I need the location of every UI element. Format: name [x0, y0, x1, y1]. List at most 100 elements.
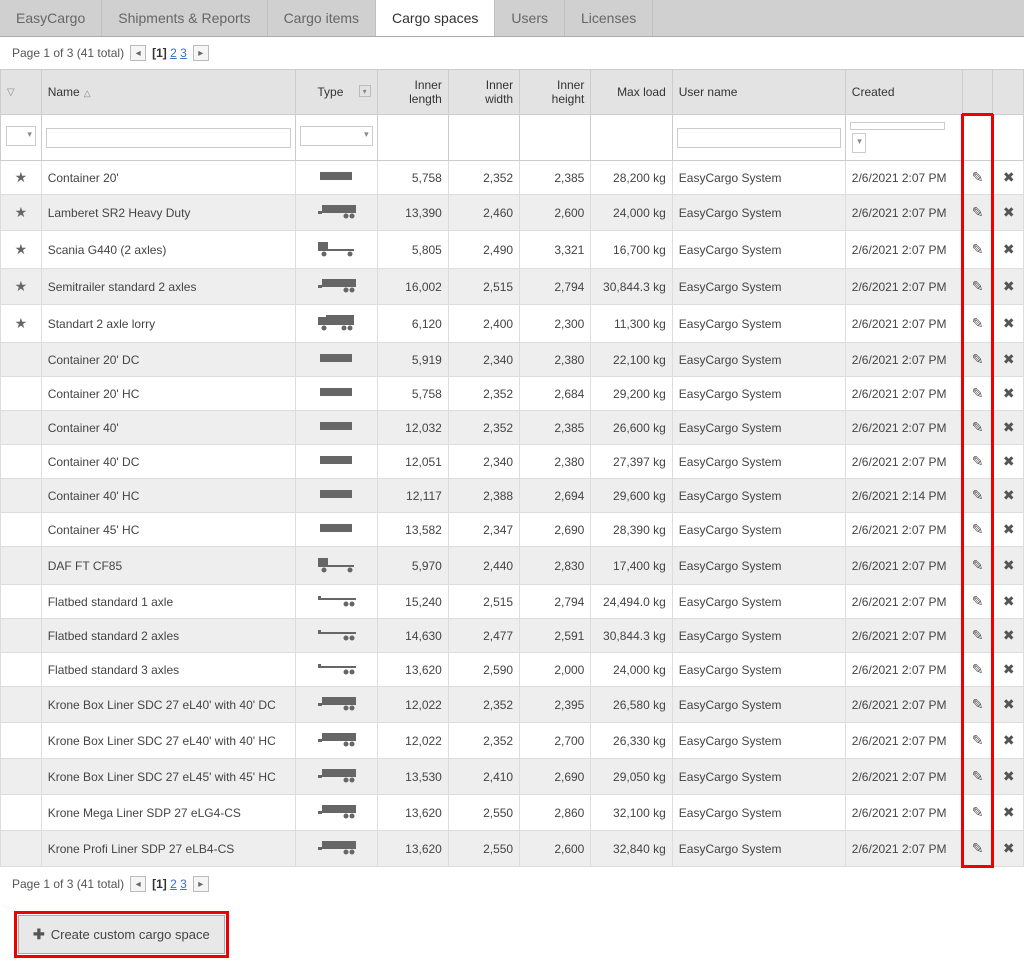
fav-cell[interactable]	[1, 723, 42, 759]
filter-type-dropdown[interactable]	[300, 126, 372, 146]
delete-cell[interactable]: ✖	[993, 269, 1024, 305]
length-cell: 13,390	[377, 195, 448, 231]
fav-cell[interactable]: ★	[1, 161, 42, 195]
delete-cell[interactable]: ✖	[993, 513, 1024, 547]
fav-cell[interactable]	[1, 547, 42, 585]
fav-cell[interactable]: ★	[1, 195, 42, 231]
fav-cell[interactable]	[1, 687, 42, 723]
tab-easycargo[interactable]: EasyCargo	[0, 0, 102, 36]
tab-cargo-spaces[interactable]: Cargo spaces	[376, 0, 495, 36]
delete-cell[interactable]: ✖	[993, 305, 1024, 343]
edit-cell[interactable]: ✎	[962, 305, 993, 343]
fav-cell[interactable]	[1, 445, 42, 479]
type-cell	[296, 723, 377, 759]
edit-cell[interactable]: ✎	[962, 547, 993, 585]
edit-cell[interactable]: ✎	[962, 619, 993, 653]
pager-page-2[interactable]: 2	[170, 877, 177, 891]
created-cell: 2/6/2021 2:07 PM	[845, 305, 962, 343]
pager-page-3[interactable]: 3	[180, 46, 187, 60]
col-user-name[interactable]: User name	[672, 70, 845, 115]
fav-cell[interactable]: ★	[1, 305, 42, 343]
delete-cell[interactable]: ✖	[993, 759, 1024, 795]
col-inner-height[interactable]: Inner height	[520, 70, 591, 115]
width-cell: 2,388	[448, 479, 519, 513]
height-cell: 2,000	[520, 653, 591, 687]
edit-cell[interactable]: ✎	[962, 269, 993, 305]
delete-cell[interactable]: ✖	[993, 479, 1024, 513]
delete-cell[interactable]: ✖	[993, 687, 1024, 723]
delete-cell[interactable]: ✖	[993, 585, 1024, 619]
delete-cell[interactable]: ✖	[993, 377, 1024, 411]
edit-cell[interactable]: ✎	[962, 343, 993, 377]
tab-shipments-reports[interactable]: Shipments & Reports	[102, 0, 267, 36]
delete-cell[interactable]: ✖	[993, 619, 1024, 653]
pager-next[interactable]: ▸	[193, 876, 209, 892]
edit-cell[interactable]: ✎	[962, 831, 993, 867]
edit-cell[interactable]: ✎	[962, 687, 993, 723]
fav-cell[interactable]	[1, 759, 42, 795]
fav-cell[interactable]: ★	[1, 231, 42, 269]
fav-cell[interactable]: ★	[1, 269, 42, 305]
fav-cell[interactable]	[1, 513, 42, 547]
fav-cell[interactable]	[1, 653, 42, 687]
filter-created-input[interactable]	[850, 122, 945, 130]
fav-cell[interactable]	[1, 411, 42, 445]
edit-cell[interactable]: ✎	[962, 723, 993, 759]
col-inner-width[interactable]: Inner width	[448, 70, 519, 115]
delete-cell[interactable]: ✖	[993, 653, 1024, 687]
delete-cell[interactable]: ✖	[993, 547, 1024, 585]
fav-cell[interactable]	[1, 795, 42, 831]
pager-page-3[interactable]: 3	[180, 877, 187, 891]
edit-cell[interactable]: ✎	[962, 653, 993, 687]
pager-page-1[interactable]: [1]	[152, 46, 167, 60]
filter-name-input[interactable]	[46, 128, 291, 148]
edit-cell[interactable]: ✎	[962, 161, 993, 195]
col-inner-length[interactable]: Inner length	[377, 70, 448, 115]
fav-cell[interactable]	[1, 585, 42, 619]
edit-cell[interactable]: ✎	[962, 479, 993, 513]
delete-cell[interactable]: ✖	[993, 445, 1024, 479]
delete-cell[interactable]: ✖	[993, 195, 1024, 231]
col-favorite[interactable]: ▽	[1, 70, 42, 115]
edit-cell[interactable]: ✎	[962, 411, 993, 445]
edit-icon: ✎	[972, 521, 984, 537]
fav-cell[interactable]	[1, 831, 42, 867]
edit-cell[interactable]: ✎	[962, 445, 993, 479]
col-type[interactable]: Type▾	[296, 70, 377, 115]
col-created[interactable]: Created	[845, 70, 962, 115]
filter-created-dropdown[interactable]	[852, 133, 866, 153]
col-max-load[interactable]: Max load	[591, 70, 672, 115]
delete-cell[interactable]: ✖	[993, 831, 1024, 867]
delete-cell[interactable]: ✖	[993, 343, 1024, 377]
tab-cargo-items[interactable]: Cargo items	[268, 0, 376, 36]
pager-page-1[interactable]: [1]	[152, 877, 167, 891]
edit-cell[interactable]: ✎	[962, 795, 993, 831]
edit-cell[interactable]: ✎	[962, 377, 993, 411]
delete-cell[interactable]: ✖	[993, 411, 1024, 445]
edit-cell[interactable]: ✎	[962, 231, 993, 269]
tab-licenses[interactable]: Licenses	[565, 0, 653, 36]
delete-cell[interactable]: ✖	[993, 795, 1024, 831]
fav-cell[interactable]	[1, 343, 42, 377]
edit-cell[interactable]: ✎	[962, 513, 993, 547]
fav-cell[interactable]	[1, 479, 42, 513]
filter-user-input[interactable]	[677, 128, 841, 148]
chevron-down-icon[interactable]: ▾	[359, 85, 371, 97]
fav-cell[interactable]	[1, 377, 42, 411]
fav-cell[interactable]	[1, 619, 42, 653]
edit-cell[interactable]: ✎	[962, 759, 993, 795]
tab-users[interactable]: Users	[495, 0, 565, 36]
pager-prev[interactable]: ◂	[130, 876, 146, 892]
create-cargo-space-button[interactable]: ✚ Create custom cargo space	[18, 915, 225, 954]
filter-fav-dropdown[interactable]	[6, 126, 36, 146]
col-name[interactable]: Name△	[41, 70, 295, 115]
pager-prev[interactable]: ◂	[130, 45, 146, 61]
delete-cell[interactable]: ✖	[993, 723, 1024, 759]
delete-cell[interactable]: ✖	[993, 161, 1024, 195]
pager-page-2[interactable]: 2	[170, 46, 177, 60]
edit-cell[interactable]: ✎	[962, 195, 993, 231]
pager-next[interactable]: ▸	[193, 45, 209, 61]
delete-cell[interactable]: ✖	[993, 231, 1024, 269]
flatbed-icon	[316, 593, 356, 609]
edit-cell[interactable]: ✎	[962, 585, 993, 619]
